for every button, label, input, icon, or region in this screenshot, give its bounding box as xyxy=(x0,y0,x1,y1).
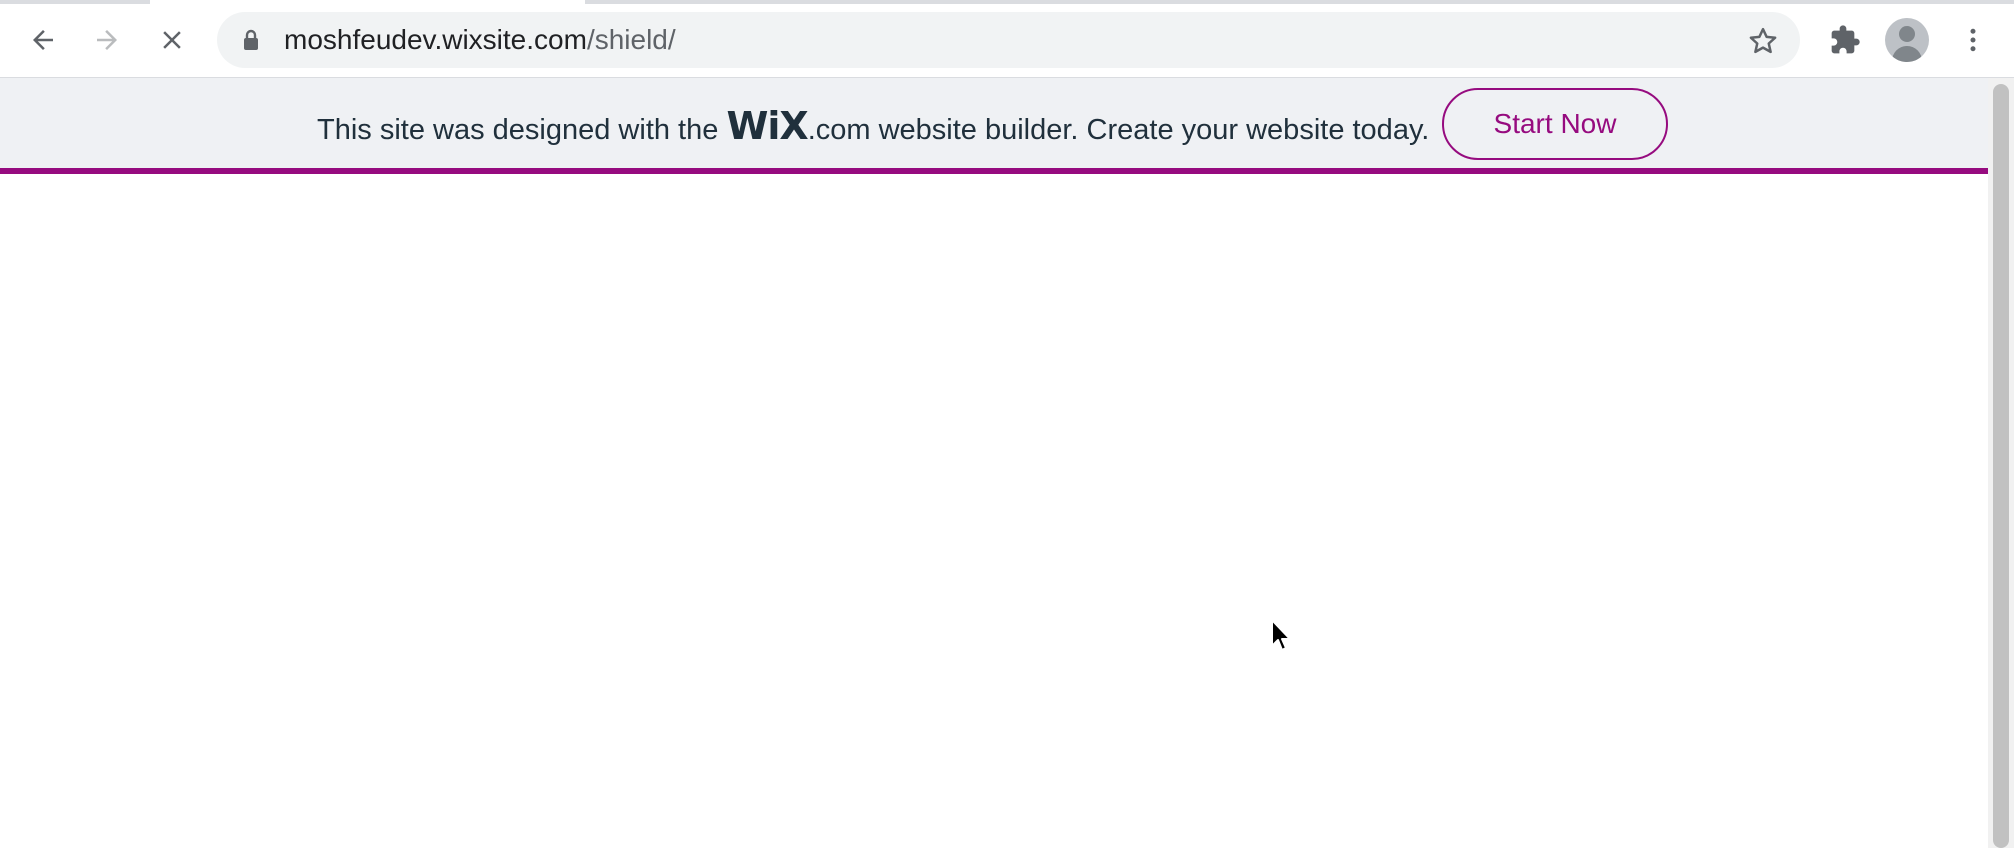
back-button[interactable] xyxy=(18,15,68,65)
scrollbar-thumb[interactable] xyxy=(1993,84,2009,848)
forward-arrow-icon xyxy=(97,30,117,50)
back-arrow-icon xyxy=(33,30,53,50)
tab-strip-left xyxy=(0,0,150,4)
star-icon[interactable] xyxy=(1748,26,1778,56)
forward-button[interactable] xyxy=(82,15,132,65)
avatar-icon xyxy=(1885,18,1929,62)
page-viewport: This site was designed with the WiX.com … xyxy=(0,78,1988,848)
browser-menu-button[interactable] xyxy=(1948,15,1998,65)
start-now-button[interactable]: Start Now xyxy=(1442,88,1668,160)
page-scrollbar[interactable] xyxy=(1988,78,2014,848)
browser-toolbar: moshfeudev.wixsite.com/shield/ xyxy=(0,0,2014,78)
puzzle-icon xyxy=(1831,25,1860,54)
banner-text: This site was designed with the WiX.com … xyxy=(317,102,1429,150)
wix-ad-banner: This site was designed with the WiX.com … xyxy=(0,78,1988,174)
wix-logo[interactable]: WiX xyxy=(726,104,808,148)
url-host: moshfeudev.wixsite.com xyxy=(284,24,587,55)
stop-loading-button[interactable] xyxy=(147,15,197,65)
kebab-menu-icon xyxy=(1970,28,1976,52)
lock-icon[interactable] xyxy=(241,29,261,51)
url-text[interactable]: moshfeudev.wixsite.com/shield/ xyxy=(284,12,676,68)
extensions-button[interactable] xyxy=(1820,15,1870,65)
mouse-cursor-icon xyxy=(1271,619,1291,651)
tab-strip-right xyxy=(585,0,2014,4)
close-icon xyxy=(163,31,181,49)
banner-text-suffix: .com website builder. Create your websit… xyxy=(807,114,1430,146)
url-path: /shield/ xyxy=(586,24,676,55)
banner-text-prefix: This site was designed with the xyxy=(317,114,727,146)
address-bar[interactable]: moshfeudev.wixsite.com/shield/ xyxy=(217,12,1800,68)
profile-button[interactable] xyxy=(1882,15,1932,65)
